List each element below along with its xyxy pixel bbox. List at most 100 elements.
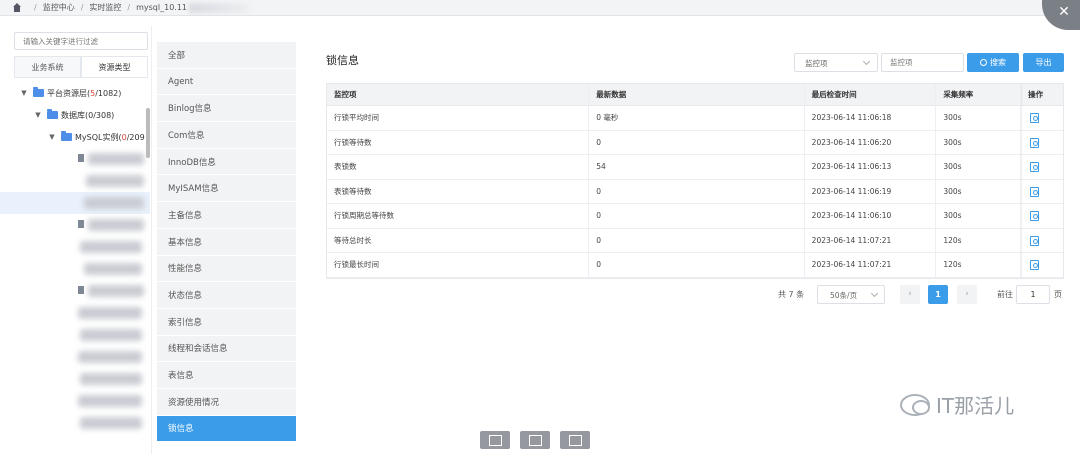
file-icon bbox=[78, 220, 84, 228]
column-header-latest: 最新数据 bbox=[589, 84, 805, 106]
resource-tree: ▼ 平台资源层(5/1082) ▼ 数据库(0/308) ▼ MySQL实例(0… bbox=[0, 82, 150, 434]
fullscreen-icon[interactable] bbox=[520, 431, 550, 449]
tree-node-database[interactable]: ▼ 数据库(0/308) bbox=[0, 104, 150, 126]
search-icon bbox=[980, 59, 987, 66]
pagination: 共 7 条 50条/页 ‹ 1 › 前往 1 页 bbox=[326, 284, 1064, 306]
view-detail-icon[interactable] bbox=[1030, 260, 1040, 270]
table-row: 等待总时长 0 2023-06-14 11:07:21 120s bbox=[327, 228, 1063, 253]
wechat-icon bbox=[900, 393, 930, 416]
view-detail-icon[interactable] bbox=[1030, 137, 1040, 148]
view-detail-icon[interactable] bbox=[1030, 235, 1040, 246]
tree-node-redacted[interactable] bbox=[0, 368, 150, 390]
redacted-text bbox=[189, 2, 250, 13]
menu-item-basic[interactable]: 基本信息 bbox=[157, 228, 296, 256]
prev-page-button[interactable]: ‹ bbox=[900, 285, 920, 304]
menu-item-binlog[interactable]: Binlog信息 bbox=[157, 95, 296, 123]
watermark: IT那活儿 bbox=[900, 390, 1014, 419]
breadcrumb-item-instance: mysql_10.11 bbox=[136, 3, 188, 12]
tree-scrollbar[interactable] bbox=[146, 108, 150, 158]
column-header-frequency: 采集频率 bbox=[936, 84, 1022, 106]
menu-item-innodb[interactable]: InnoDB信息 bbox=[157, 148, 296, 176]
tree-node-platform[interactable]: ▼ 平台资源层(5/1082) bbox=[0, 82, 150, 104]
menu-item-status[interactable]: 状态信息 bbox=[157, 282, 296, 309]
tab-business-system[interactable]: 业务系统 bbox=[14, 56, 81, 77]
menu-item-com[interactable]: Com信息 bbox=[157, 122, 296, 149]
menu-item-myisam[interactable]: MyISAM信息 bbox=[157, 175, 296, 203]
tree-node-redacted[interactable] bbox=[0, 258, 150, 280]
view-detail-icon[interactable] bbox=[1030, 113, 1040, 123]
search-button[interactable]: 搜索 bbox=[967, 53, 1019, 72]
chevron-down-icon[interactable]: ▼ bbox=[48, 133, 56, 141]
table-row: 表锁数 54 2023-06-14 11:06:13 300s bbox=[327, 155, 1063, 180]
menu-item-all[interactable]: 全部 bbox=[157, 42, 296, 69]
export-button[interactable]: 导出 bbox=[1023, 53, 1064, 72]
lock-metrics-table: 监控项 最新数据 最后检查时间 采集频率 操作 行锁平均时间 0 毫秒 2023… bbox=[326, 83, 1064, 279]
page-unit-label: 页 bbox=[1054, 290, 1062, 299]
tree-node-redacted[interactable] bbox=[0, 280, 150, 302]
menu-item-threads-sessions[interactable]: 线程和会话信息 bbox=[157, 335, 296, 363]
folder-icon bbox=[61, 131, 72, 141]
folder-icon bbox=[33, 87, 44, 97]
table-row: 行锁周期总等待数 0 2023-06-14 11:06:10 300s bbox=[327, 204, 1063, 229]
view-detail-icon[interactable] bbox=[1030, 211, 1040, 221]
chevron-down-icon bbox=[862, 57, 871, 66]
menu-item-tables[interactable]: 表信息 bbox=[157, 362, 296, 389]
column-header-checked-at: 最后检查时间 bbox=[805, 84, 937, 106]
monitor-item-input[interactable] bbox=[881, 53, 964, 72]
menu-item-locks[interactable]: 锁信息 bbox=[157, 415, 296, 443]
pagination-total: 共 7 条 bbox=[778, 290, 805, 299]
table-row: 行锁平均时间 0 毫秒 2023-06-14 11:06:18 300s bbox=[327, 106, 1063, 131]
tree-node-redacted[interactable] bbox=[0, 236, 150, 258]
tab-resource-type[interactable]: 资源类型 bbox=[81, 56, 148, 77]
tree-node-redacted[interactable] bbox=[0, 324, 150, 346]
view-detail-icon[interactable] bbox=[1030, 186, 1040, 197]
breadcrumb-bar: / 监控中心 / 实时监控 / mysql_10.11 bbox=[0, 0, 1080, 16]
table-row: 表锁等待数 0 2023-06-14 11:06:19 300s bbox=[327, 179, 1063, 204]
chevron-down-icon bbox=[870, 289, 879, 298]
tree-node-mysql-instance[interactable]: ▼ MySQL实例(0/209 bbox=[0, 126, 150, 148]
goto-label: 前往 bbox=[997, 290, 1013, 299]
chevron-down-icon[interactable]: ▼ bbox=[20, 89, 28, 97]
next-page-button[interactable]: › bbox=[957, 285, 977, 304]
goto-page-input[interactable]: 1 bbox=[1016, 285, 1050, 304]
close-icon: ✕ bbox=[1058, 4, 1070, 20]
file-icon bbox=[78, 154, 84, 162]
column-header-operation: 操作 bbox=[1028, 90, 1044, 99]
menu-item-replication[interactable]: 主备信息 bbox=[157, 202, 296, 229]
tree-node-selected[interactable] bbox=[0, 192, 150, 214]
page-size-select[interactable]: 50条/页 bbox=[817, 285, 885, 304]
tree-node-redacted[interactable] bbox=[0, 148, 150, 170]
menu-item-resource-usage[interactable]: 资源使用情况 bbox=[157, 388, 296, 416]
tree-node-redacted[interactable] bbox=[0, 390, 150, 412]
tree-filter-input[interactable] bbox=[14, 32, 148, 50]
menu-item-performance[interactable]: 性能信息 bbox=[157, 255, 296, 283]
fit-page-icon[interactable] bbox=[480, 431, 510, 449]
menu-item-index[interactable]: 索引信息 bbox=[157, 308, 296, 336]
breadcrumb-item-monitor-center[interactable]: 监控中心 bbox=[43, 2, 75, 13]
home-icon[interactable] bbox=[12, 2, 22, 13]
page-number-current[interactable]: 1 bbox=[928, 285, 948, 304]
chevron-down-icon[interactable]: ▼ bbox=[34, 111, 42, 119]
close-button[interactable]: ✕ bbox=[1042, 0, 1080, 30]
viewer-toolbar bbox=[480, 431, 590, 449]
monitor-item-select[interactable]: 监控项 bbox=[794, 53, 878, 72]
breadcrumb-item-realtime[interactable]: 实时监控 bbox=[89, 2, 121, 13]
page-title: 锁信息 bbox=[326, 54, 359, 67]
tree-node-redacted[interactable] bbox=[0, 214, 150, 236]
folder-icon bbox=[47, 109, 58, 119]
menu-item-agent[interactable]: Agent bbox=[157, 68, 296, 96]
resource-tree-panel: 业务系统 资源类型 ▼ 平台资源层(5/1082) ▼ 数据库(0/308) ▼… bbox=[0, 26, 152, 454]
table-row: 行锁等待数 0 2023-06-14 11:06:20 300s bbox=[327, 130, 1063, 155]
tree-node-redacted[interactable] bbox=[0, 170, 150, 192]
screenshot-icon[interactable] bbox=[560, 431, 590, 449]
view-detail-icon[interactable] bbox=[1030, 162, 1040, 172]
category-menu: 全部 Agent Binlog信息 Com信息 InnoDB信息 MyISAM信… bbox=[157, 42, 296, 443]
table-header: 监控项 最新数据 最后检查时间 采集频率 操作 bbox=[327, 84, 1063, 106]
tree-node-redacted[interactable] bbox=[0, 302, 150, 324]
tree-node-redacted[interactable] bbox=[0, 412, 150, 434]
column-header-item: 监控项 bbox=[327, 84, 590, 106]
table-row: 行锁最长时间 0 2023-06-14 11:07:21 120s bbox=[327, 253, 1063, 278]
tree-tabs: 业务系统 资源类型 bbox=[14, 56, 148, 78]
file-icon bbox=[78, 286, 84, 294]
tree-node-redacted[interactable] bbox=[0, 346, 150, 368]
